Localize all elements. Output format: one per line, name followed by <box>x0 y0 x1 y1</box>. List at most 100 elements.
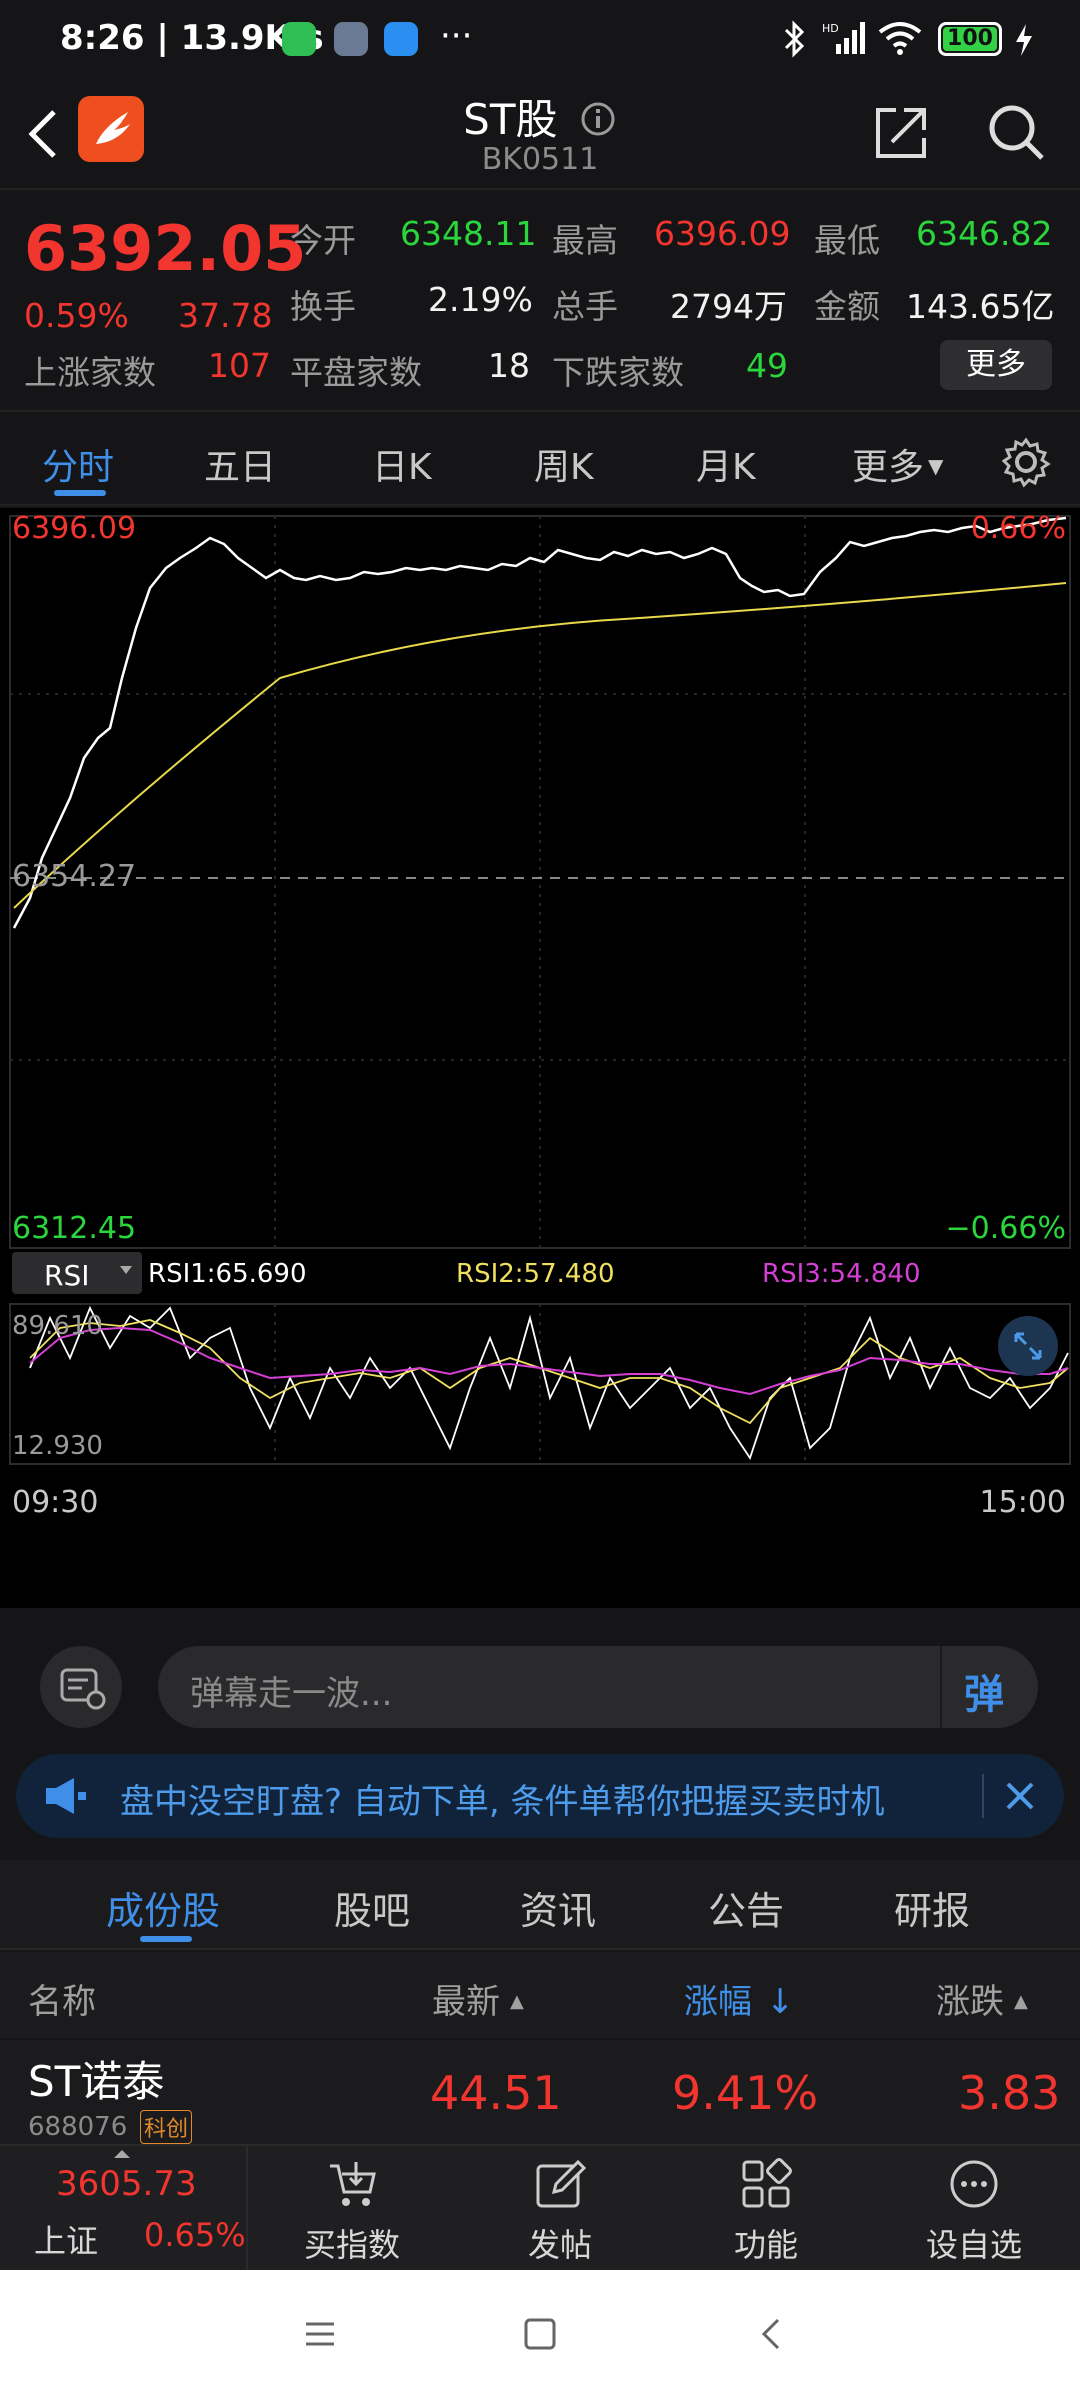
index-value: 3605.73 <box>56 2164 197 2204</box>
prev-close-label: 6354.27 <box>12 859 136 894</box>
board-tag: 科创 <box>140 2110 193 2144</box>
rsi1-label: RSI1:65.690 <box>148 1259 307 1289</box>
stock-change-pct: 9.41% <box>672 2066 819 2120</box>
down-count-value: 49 <box>746 346 788 385</box>
nav-functions-label: 功能 <box>733 2226 798 2264</box>
flat-count-label: 平盘家数 <box>290 353 422 392</box>
svg-text:HD: HD <box>822 22 839 35</box>
rsi-min-label: 12.930 <box>12 1431 103 1461</box>
intraday-chart[interactable]: 6396.09 0.66% 6354.27 6312.45 −0.66% RSI… <box>0 508 1080 1608</box>
back-icon[interactable] <box>752 2314 792 2354</box>
wechat-icon <box>282 22 316 56</box>
bluetooth-icon <box>784 20 805 58</box>
more-quote-button[interactable]: 更多 <box>940 340 1052 390</box>
settings-app-icon <box>334 22 368 56</box>
table-row[interactable]: ST诺泰 688076 科创 44.51 9.41% 3.83 <box>0 2040 1080 2144</box>
index-name: 上证 <box>34 2222 99 2260</box>
barrage-input[interactable]: 弹幕走一波... 弹 <box>158 1646 1038 1728</box>
tab-forum[interactable]: 股吧 <box>334 1880 410 1935</box>
gear-icon[interactable] <box>1000 436 1052 488</box>
title-bar: ST股 BK0511 <box>0 80 1080 190</box>
menu-icon[interactable] <box>300 2314 340 2354</box>
time-end-label: 15:00 <box>980 1485 1066 1520</box>
system-navigation-bar <box>0 2270 1080 2400</box>
column-change[interactable]: 涨跌 ▲ <box>936 1974 1028 2023</box>
column-latest[interactable]: 最新 ▲ <box>432 1974 524 2023</box>
battery-level: 100 <box>947 26 993 51</box>
tab-news[interactable]: 资讯 <box>520 1880 596 1935</box>
rsi-max-label: 89.610 <box>12 1311 103 1341</box>
tab-research[interactable]: 研报 <box>894 1880 970 1935</box>
nav-add-watchlist-label: 设自选 <box>925 2226 1022 2264</box>
chart-canvas: 6396.09 0.66% 6354.27 6312.45 −0.66% RSI… <box>9 511 1071 1520</box>
nav-post-label: 发帖 <box>527 2226 592 2264</box>
nav-buy-index-label: 买指数 <box>303 2226 400 2264</box>
low-value: 6346.82 <box>916 214 1053 253</box>
more-notifications-icon: ··· <box>440 16 473 56</box>
turnover-label: 换手 <box>290 287 356 326</box>
tab-more-periods[interactable]: 更多 ▼ <box>852 438 943 490</box>
stock-name: ST诺泰 <box>28 2057 165 2106</box>
active-tab-indicator <box>54 490 106 496</box>
index-ticker[interactable]: 3605.73 上证 0.65% <box>0 2146 248 2272</box>
wifi-icon <box>878 22 922 55</box>
rsi1-line <box>29 1305 1069 1461</box>
turnover-value: 2.19% <box>428 280 533 319</box>
indicator-selector-label: RSI <box>44 1259 90 1292</box>
nav-post[interactable]: 发帖 <box>460 2146 660 2272</box>
low-label: 最低 <box>814 221 880 260</box>
volume-value: 2794万 <box>670 287 787 326</box>
tab-monthly-k[interactable]: 月K <box>696 438 756 490</box>
close-icon[interactable] <box>1000 1776 1040 1816</box>
pct-low-label: −0.66% <box>946 1211 1066 1246</box>
up-count-value: 107 <box>208 346 271 385</box>
barrage-bar: 弹幕走一波... 弹 <box>0 1610 1080 1750</box>
tab-daily-k[interactable]: 日K <box>372 438 432 490</box>
tab-five-day[interactable]: 五日 <box>204 438 276 490</box>
amount-value: 143.65亿 <box>906 287 1055 326</box>
expand-chart-icon[interactable] <box>998 1316 1058 1376</box>
nav-functions[interactable]: 功能 <box>666 2146 866 2272</box>
sort-desc-icon: ↓ <box>766 1982 795 2022</box>
barrage-toggle-button[interactable] <box>40 1646 122 1728</box>
column-name[interactable]: 名称 <box>28 1974 96 2023</box>
promo-banner[interactable]: 盘中没空盯盘? 自动下单, 条件单帮你把握买卖时机 <box>16 1754 1064 1838</box>
charging-icon <box>1016 24 1032 56</box>
tab-weekly-k[interactable]: 周K <box>534 438 594 490</box>
tab-constituents[interactable]: 成份股 <box>106 1880 220 1935</box>
up-count-label: 上涨家数 <box>24 353 156 392</box>
home-icon[interactable] <box>520 2314 560 2354</box>
nav-add-watchlist[interactable]: 设自选 <box>874 2146 1074 2272</box>
time-start-label: 09:30 <box>12 1485 98 1520</box>
stock-latest: 44.51 <box>430 2066 562 2120</box>
change-percent: 0.59% <box>24 296 129 335</box>
dropdown-triangle-icon: ▼ <box>928 454 944 478</box>
current-price: 6392.05 <box>24 212 307 285</box>
flat-count-value: 18 <box>488 346 530 385</box>
column-change-pct[interactable]: 涨幅 ↓ <box>684 1974 795 2023</box>
rsi3-label: RSI3:54.840 <box>762 1259 921 1289</box>
divider <box>940 1646 942 1728</box>
stock-code: 688076 <box>28 2112 128 2142</box>
volume-label: 总手 <box>552 287 618 326</box>
megaphone-icon <box>46 1778 86 1814</box>
rsi3-line <box>29 1326 1069 1396</box>
barrage-placeholder: 弹幕走一波... <box>190 1674 393 1714</box>
quote-panel: 6392.05 0.59% 37.78 今开 6348.11 最高 6396.0… <box>0 192 1080 412</box>
rsi2-line <box>29 1319 1069 1425</box>
high-label: 最高 <box>552 221 618 260</box>
tab-intraday[interactable]: 分时 <box>42 438 114 490</box>
chat-app-icon <box>384 22 418 56</box>
list-header: 名称 最新 ▲ 涨幅 ↓ 涨跌 ▲ <box>0 1952 1080 2038</box>
cart-icon <box>330 2162 376 2206</box>
barrage-send-button[interactable]: 弹 <box>964 1662 1004 1720</box>
nav-buy-index[interactable]: 买指数 <box>252 2146 452 2272</box>
promo-text: 盘中没空盯盘? 自动下单, 条件单帮你把握买卖时机 <box>120 1782 885 1822</box>
tab-announcements[interactable]: 公告 <box>708 1880 784 1935</box>
search-icon[interactable] <box>984 100 1048 164</box>
info-icon[interactable] <box>579 100 617 138</box>
share-icon[interactable] <box>872 102 932 162</box>
expand-up-icon <box>114 2150 130 2158</box>
down-count-label: 下跌家数 <box>552 353 684 392</box>
stock-change: 3.83 <box>958 2066 1061 2120</box>
